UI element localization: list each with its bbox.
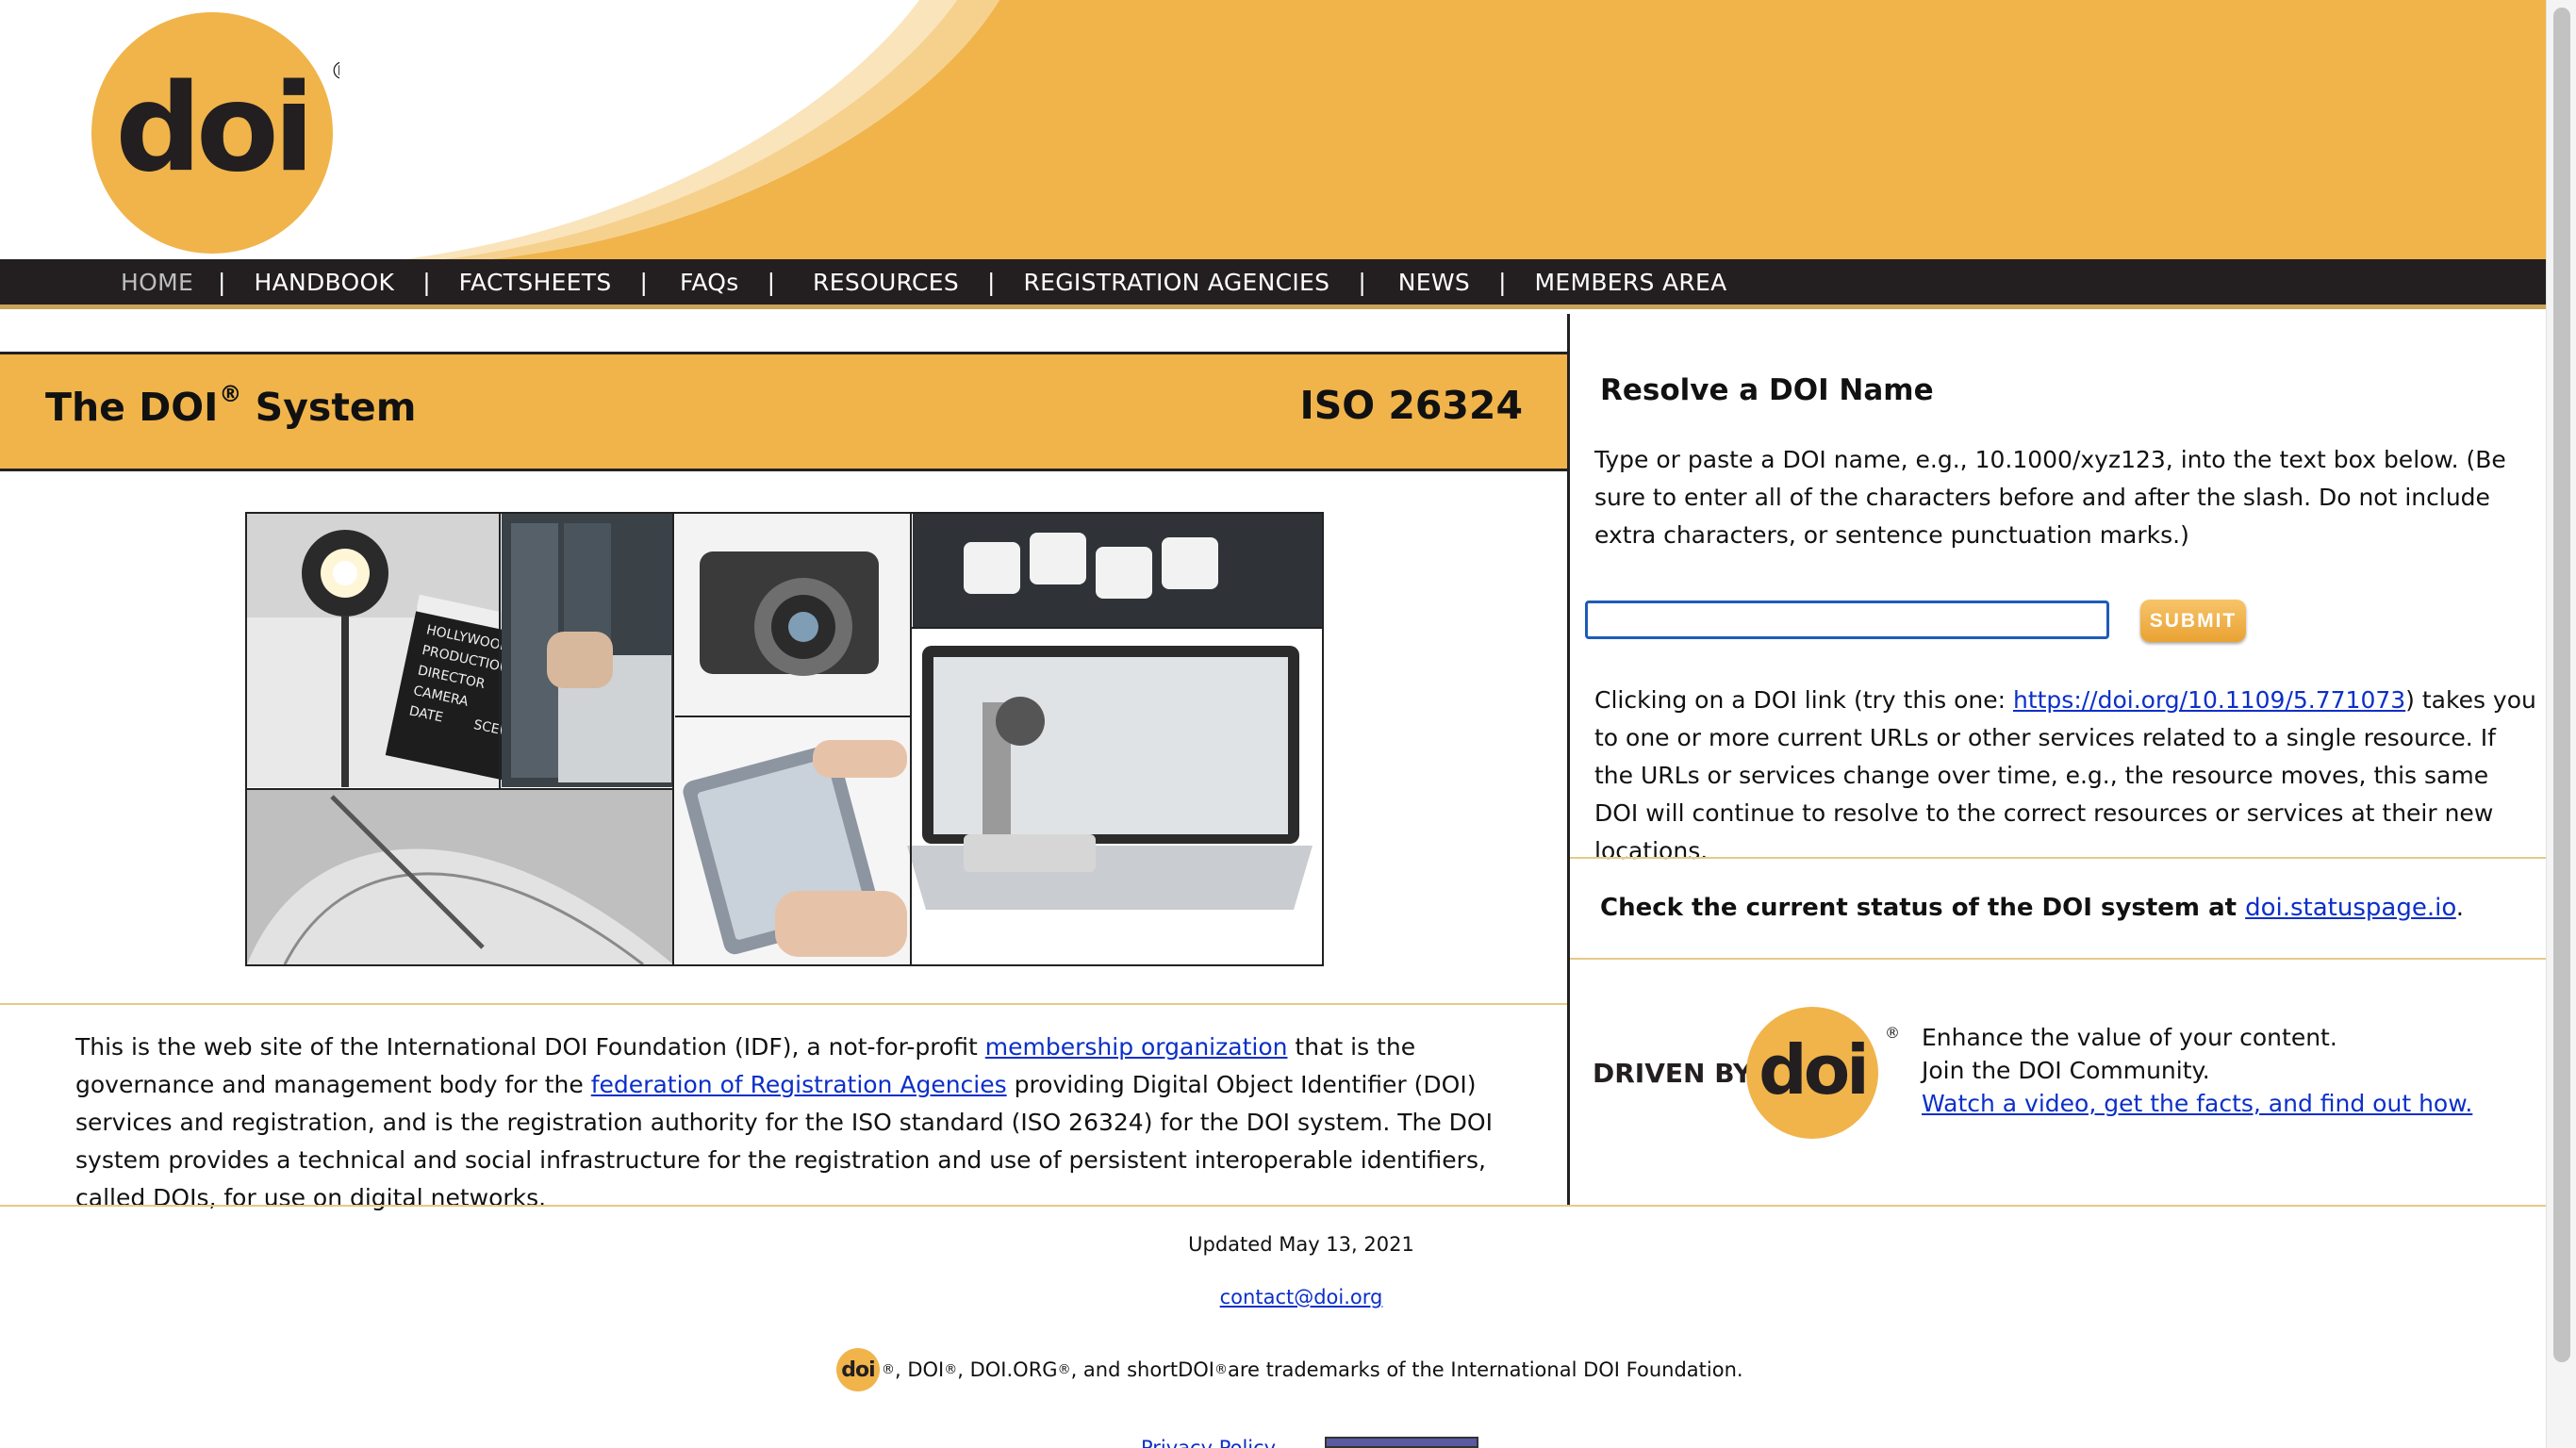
- membership-organization-link[interactable]: membership organization: [985, 1033, 1288, 1061]
- privacy-policy-link[interactable]: Privacy Policy: [1141, 1437, 1276, 1448]
- updated-date: Updated May 13, 2021: [1188, 1233, 1414, 1256]
- main-nav: HOME | HANDBOOK | FACTSHEETS | FAQs | RE…: [0, 259, 2546, 309]
- doi-name-input[interactable]: [1585, 601, 2109, 639]
- nav-separator: |: [422, 268, 431, 296]
- submit-button[interactable]: SUBMIT: [2140, 600, 2246, 642]
- icra-badge-image[interactable]: [1325, 1437, 1478, 1448]
- footer-divider: [0, 1205, 2546, 1207]
- resolve-instructions: Type or paste a DOI name, e.g., 10.1000/…: [1594, 446, 2506, 549]
- nav-separator: |: [1358, 268, 1366, 296]
- resolve-explanation: Clicking on a DOI link (try this one: ht…: [1594, 686, 2536, 864]
- contact-line: contact@doi.org: [0, 1286, 2576, 1308]
- site-header: doi ®: [0, 0, 2546, 259]
- page-title: The DOI® System: [45, 381, 417, 430]
- svg-text:®: ®: [330, 58, 339, 86]
- nav-separator: |: [1498, 268, 1507, 296]
- badge-logo-text: doi: [1759, 1030, 1866, 1110]
- registration-agencies-link[interactable]: federation of Registration Agencies: [591, 1071, 1007, 1098]
- contact-email-link[interactable]: contact@doi.org: [1220, 1286, 1383, 1308]
- status-text: Check the current status of the DOI syst…: [1600, 894, 2465, 922]
- nav-handbook[interactable]: HANDBOOK: [254, 269, 394, 296]
- nav-factsheets[interactable]: FACTSHEETS: [459, 269, 612, 296]
- doi-logo[interactable]: doi ®: [90, 8, 339, 255]
- sidebar-divider: [1570, 958, 2546, 960]
- svg-text:®: ®: [1885, 1024, 1900, 1042]
- promo-line: Join the DOI Community.: [1922, 1057, 2210, 1084]
- nav-separator: |: [767, 268, 776, 296]
- hero-collage-image: HOLLYWOOD PRODUCTION DIRECTOR CAMERA DAT…: [245, 512, 1324, 966]
- intro-paragraph: This is the web site of the Internationa…: [75, 1033, 1493, 1211]
- nav-resources[interactable]: RESOURCES: [813, 269, 959, 296]
- section-divider: [0, 1003, 1570, 1005]
- main-content: The DOI® System ISO 26324 HOLLYWOOD PROD…: [0, 314, 1570, 1211]
- nav-home[interactable]: HOME: [121, 269, 193, 296]
- nav-news[interactable]: NEWS: [1398, 269, 1470, 296]
- vertical-scrollbar[interactable]: [2546, 0, 2576, 1448]
- nav-separator: |: [639, 268, 648, 296]
- resolve-heading: Resolve a DOI Name: [1600, 373, 1934, 407]
- header-swoosh-graphic: [405, 0, 2546, 259]
- doi-small-logo-icon: doi: [836, 1348, 880, 1391]
- logo-text: doi: [115, 58, 308, 199]
- nav-registration-agencies[interactable]: REGISTRATION AGENCIES: [1023, 269, 1329, 296]
- svg-text:doi: doi: [841, 1358, 874, 1382]
- promo-line: Enhance the value of your content.: [1922, 1024, 2337, 1051]
- nav-separator: |: [218, 268, 226, 296]
- statuspage-link[interactable]: doi.statuspage.io: [2245, 894, 2456, 922]
- scrollbar-thumb[interactable]: [2553, 8, 2570, 1362]
- title-bar: The DOI® System ISO 26324: [0, 352, 1570, 471]
- driven-by-doi-badge[interactable]: DRIVEN BY doi ®: [1593, 1002, 1913, 1144]
- sidebar: Resolve a DOI Name Type or paste a DOI n…: [1570, 314, 2546, 1205]
- nav-faqs[interactable]: FAQs: [680, 269, 739, 296]
- nav-members-area[interactable]: MEMBERS AREA: [1535, 269, 1727, 296]
- sidebar-divider: [1570, 857, 2546, 859]
- iso-label: ISO 26324: [1299, 383, 1523, 428]
- trademark-notice: doi ®, DOI ®, DOI.ORG ®, and shortDOI ® are…: [834, 1346, 1743, 1393]
- badge-text: DRIVEN BY: [1593, 1058, 1753, 1089]
- nav-separator: |: [987, 268, 996, 296]
- watch-video-link[interactable]: Watch a video, get the facts, and find o…: [1922, 1090, 2472, 1117]
- promo-text: Enhance the value of your content. Join …: [1922, 1021, 2472, 1120]
- example-doi-link[interactable]: https://doi.org/10.1109/5.771073: [2013, 686, 2405, 714]
